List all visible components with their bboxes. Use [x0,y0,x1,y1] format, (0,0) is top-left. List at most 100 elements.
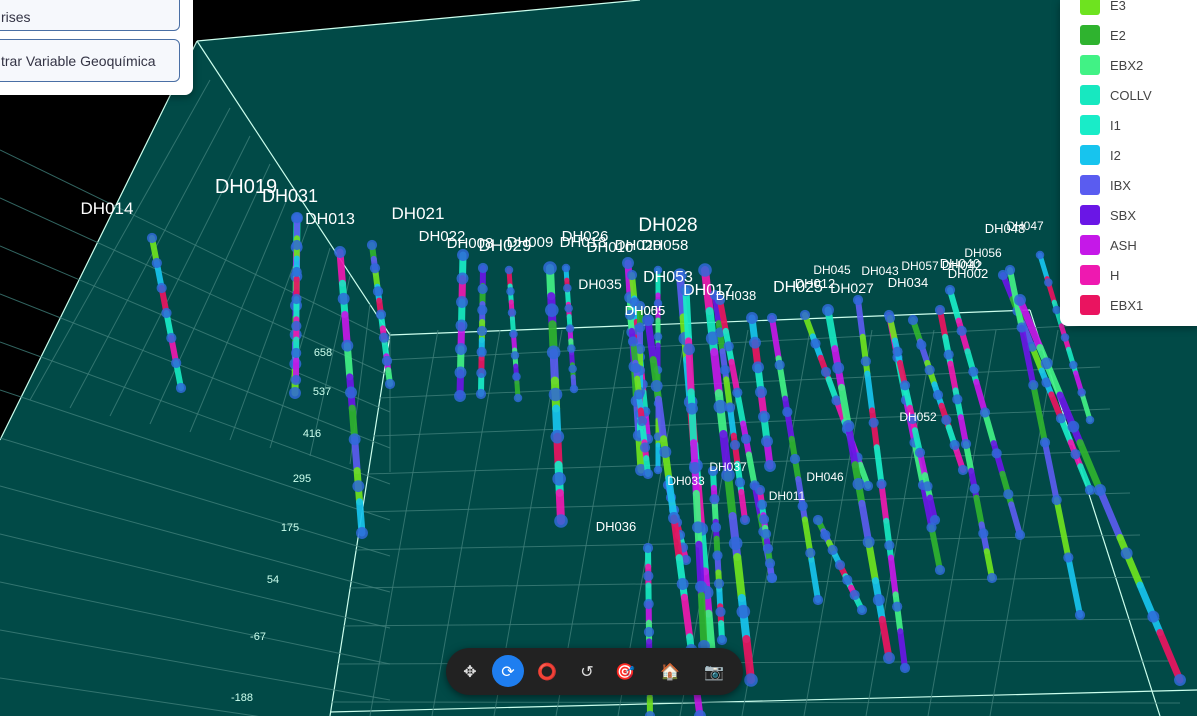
sample-marker [764,558,776,569]
sample-marker [642,542,654,554]
elevation-tick-label: 295 [293,473,311,485]
sample-marker [341,339,354,352]
sample-marker [369,263,381,274]
sample-marker [375,309,387,320]
panel-button-top[interactable]: rises [0,0,180,31]
sample-marker [668,512,680,524]
sample-marker [543,261,557,275]
legend-item-ash[interactable]: ASH [1080,235,1137,255]
sample-marker [633,389,645,400]
sample-marker [728,536,743,551]
sample-marker [810,338,821,349]
sample-marker [352,480,365,493]
sample-marker [563,283,572,293]
legend-item-ibx[interactable]: IBX [1080,175,1131,195]
pan-icon[interactable]: ✥ [454,655,486,687]
sample-marker [507,308,517,317]
sample-marker [760,528,772,540]
sample-marker [378,332,390,343]
target-icon[interactable]: 🎯 [609,655,641,687]
legend-item-ebx1[interactable]: EBX1 [1080,295,1143,315]
sample-marker [695,580,707,593]
drillhole-label: DH046 [806,470,844,484]
sample-marker [642,468,654,480]
sample-marker [756,499,768,510]
sample-marker [291,293,302,305]
sample-marker [754,484,766,496]
sample-marker [381,355,393,366]
sample-marker [506,287,515,296]
drillhole-segment [687,388,698,447]
3d-viewport[interactable]: DH014 DH019 DH031 DH013 DH021 DH022 DH008 DH029… [0,0,1197,716]
sample-marker [758,410,770,423]
sample-marker [659,446,672,458]
sample-marker [1074,609,1086,621]
sample-marker [454,390,466,402]
sample-marker [934,304,946,316]
drillhole-scene[interactable]: DH014DH019DH031DH013 DH021DH022DH008DH029… [0,0,1197,716]
sample-marker [766,312,778,324]
drillhole-label: DH058 [642,237,689,254]
sample-marker [986,572,998,584]
sample-marker [899,662,911,674]
sample-marker [643,626,655,638]
sample-marker [622,257,634,269]
sample-marker [686,402,698,415]
sample-marker [456,296,468,308]
lithology-legend: E3 E2 EBX2 COLLV I1 I2 IBX SBX ASH H EBX1 [1060,0,1197,326]
sample-marker [991,448,1002,459]
sample-marker [455,319,468,332]
sample-marker [716,634,728,646]
sample-marker [715,606,726,617]
legend-label: EBX2 [1110,57,1144,73]
sample-marker [842,574,853,586]
sample-marker [289,387,301,399]
drillhole-label: DH012 [795,276,835,291]
sample-marker [348,433,361,446]
sample-marker [550,429,565,444]
legend-label: E2 [1110,27,1126,43]
legend-item-sbx[interactable]: SBX [1080,205,1136,225]
legend-item-e3[interactable]: E3 [1080,0,1126,15]
legend-color-swatch [1080,85,1100,105]
sample-marker [653,332,663,341]
rotate-icon[interactable]: ⟳ [492,655,524,687]
sample-marker [1044,278,1053,287]
sample-marker [291,347,302,359]
legend-item-ebx2[interactable]: EBX2 [1080,55,1143,75]
screenshot-icon[interactable]: 📷 [698,655,730,687]
show-geochemical-variable-button[interactable]: trar Variable Geoquímica [0,39,180,82]
sample-marker [884,312,896,324]
sample-marker [755,386,767,398]
legend-item-collv[interactable]: COLLV [1080,85,1152,105]
orbit-icon[interactable]: ⭕ [531,655,563,687]
sample-marker [789,453,801,465]
home-icon[interactable]: 🏠 [654,655,686,687]
sample-marker [291,212,303,224]
sample-marker [356,527,368,539]
sample-marker [639,442,651,453]
sample-marker [929,514,941,526]
sample-marker [1077,388,1086,397]
sample-marker [476,367,487,379]
drillhole-label: DH009 [507,234,554,251]
sample-marker [291,239,302,251]
legend-item-h[interactable]: H [1080,265,1119,285]
sample-marker [545,303,559,317]
legend-item-i1[interactable]: I1 [1080,115,1121,135]
legend-item-i2[interactable]: I2 [1080,145,1121,165]
reset-rotation-icon[interactable]: ↺ [571,655,603,687]
sample-marker [509,329,518,339]
sample-marker [689,462,701,474]
sample-marker [1085,415,1095,425]
sample-marker [477,304,488,316]
sample-marker [568,364,577,374]
sample-marker [723,341,734,352]
legend-color-swatch [1080,145,1100,165]
legend-item-e2[interactable]: E2 [1080,25,1126,45]
sample-marker [969,483,980,494]
sample-marker [1014,529,1026,541]
elevation-tick-label: 416 [303,428,321,440]
legend-label: SBX [1110,207,1137,223]
sample-marker [852,294,864,306]
